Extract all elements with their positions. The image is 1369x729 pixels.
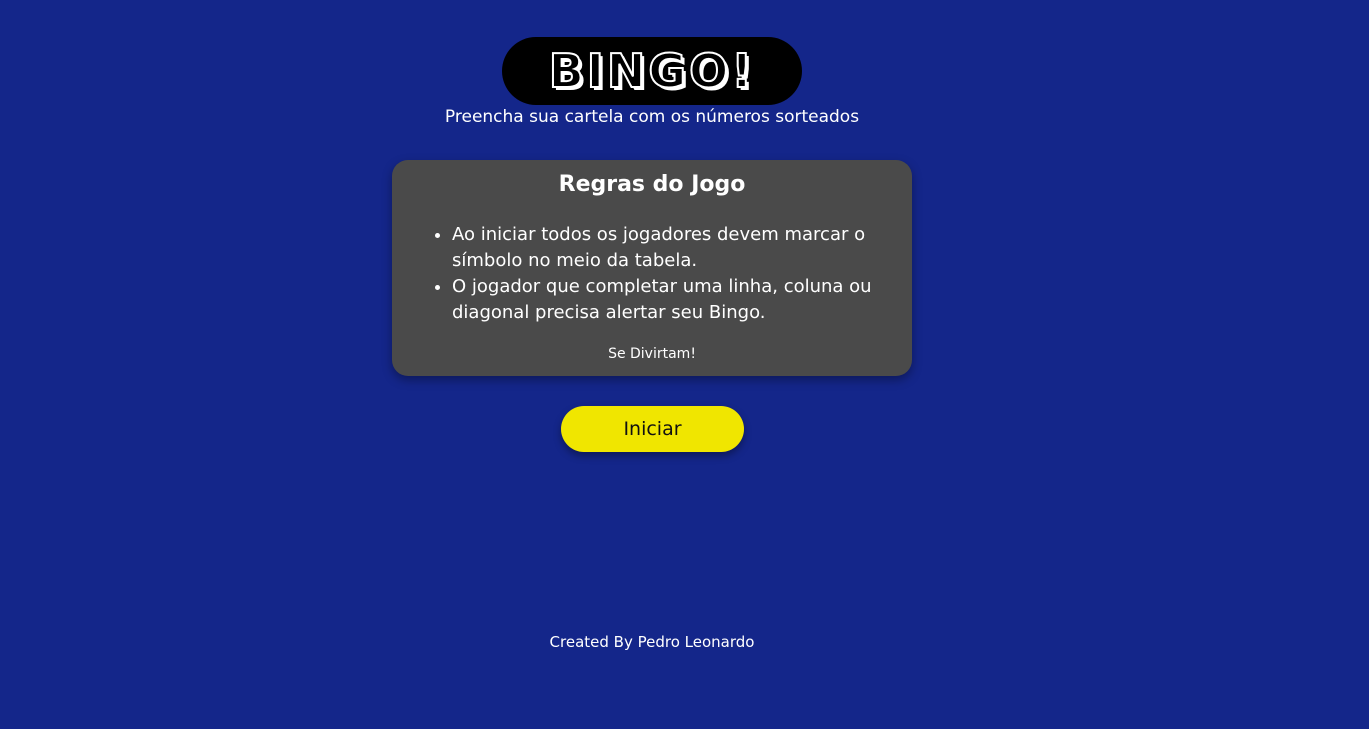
rule-item: O jogador que completar uma linha, colun… <box>452 274 892 326</box>
rules-footer-text: Se Divirtam! <box>608 346 696 362</box>
page-subtitle: Preencha sua cartela com os números sort… <box>444 107 860 127</box>
logo-text: BINGO! <box>548 44 756 98</box>
credits-text: Created By Pedro Leonardo <box>549 633 755 651</box>
rule-item: Ao iniciar todos os jogadores devem marc… <box>452 222 892 274</box>
logo-banner: BINGO! <box>502 37 802 105</box>
rules-title: Regras do Jogo <box>558 172 746 197</box>
start-button[interactable]: Iniciar <box>561 406 744 452</box>
rules-list: Ao iniciar todos os jogadores devem marc… <box>428 222 892 326</box>
rules-card: Regras do Jogo Ao iniciar todos os jogad… <box>392 160 912 376</box>
